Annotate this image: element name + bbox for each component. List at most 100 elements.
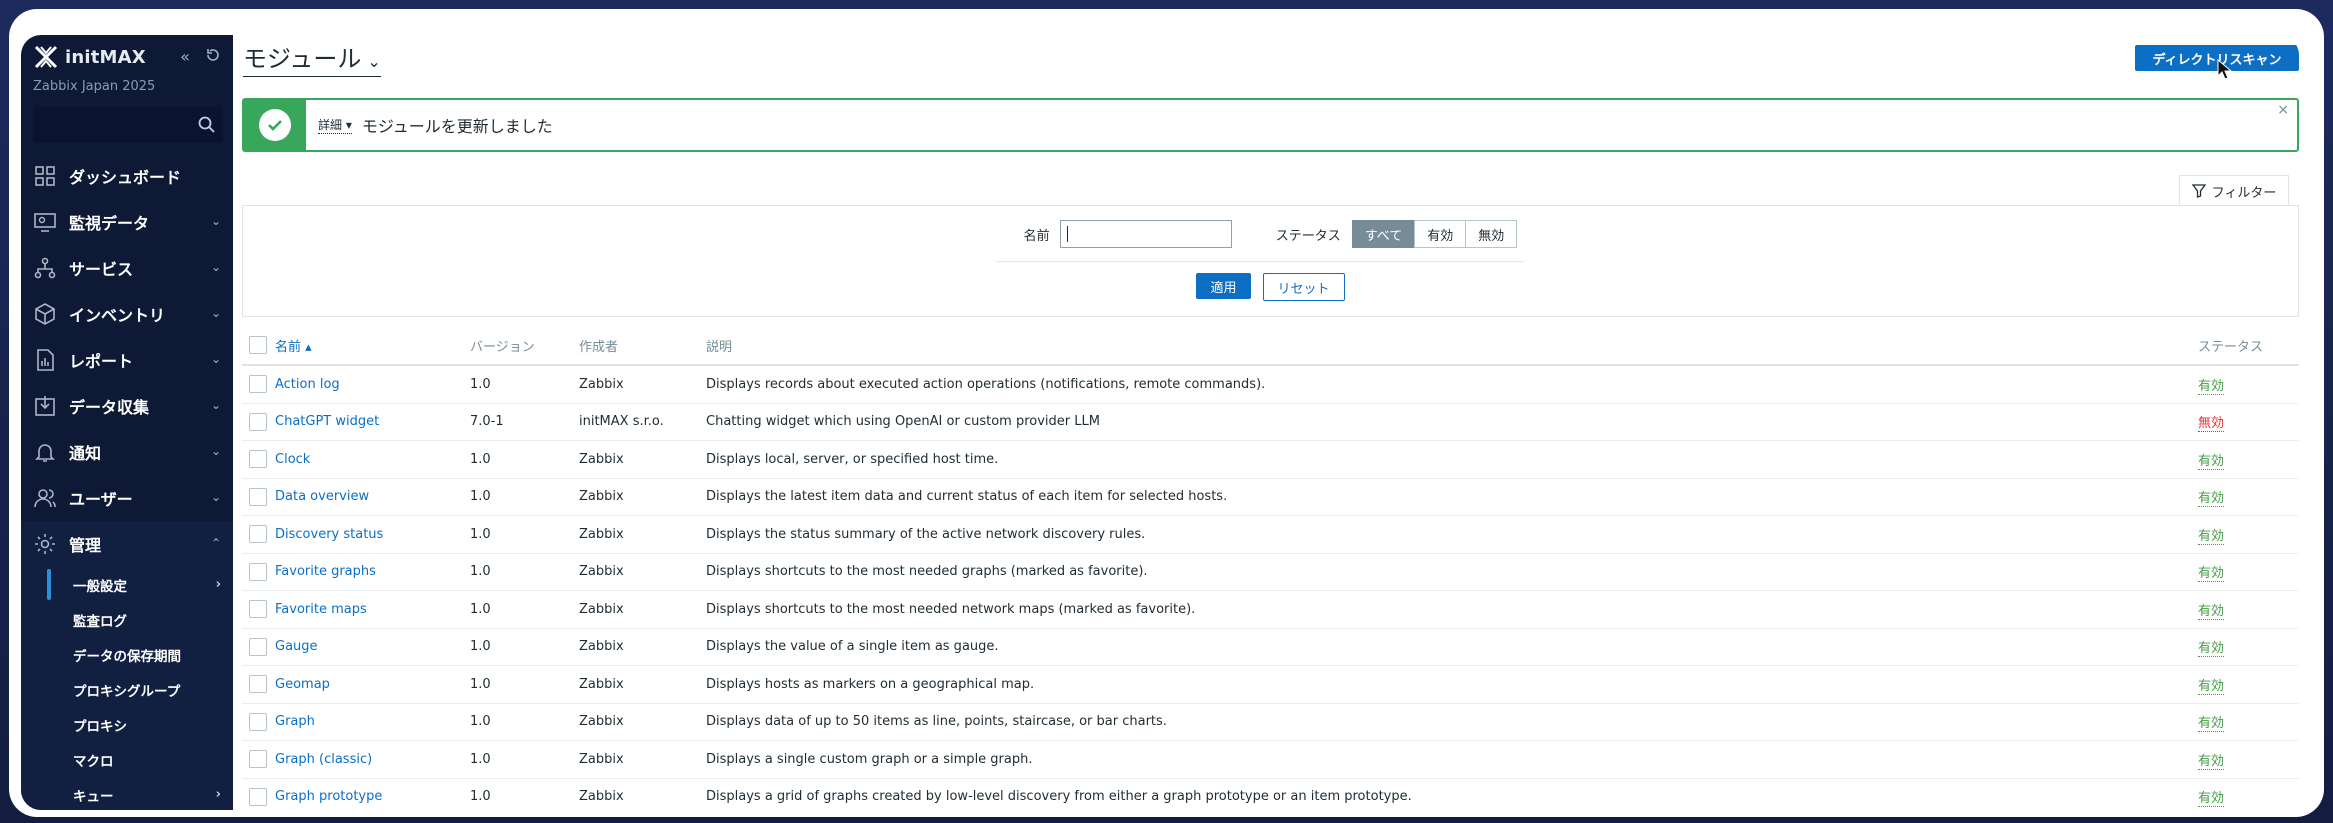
module-status-toggle[interactable]: 有効: [2198, 378, 2225, 395]
divider: [995, 261, 1525, 262]
module-name-link[interactable]: Data overview: [275, 489, 369, 504]
module-status-toggle[interactable]: 有効: [2198, 641, 2225, 658]
chevron-down-icon: ⌄: [211, 214, 222, 228]
module-status-toggle[interactable]: 無効: [2198, 416, 2225, 433]
name-column-header[interactable]: 名前 ▴: [275, 340, 312, 355]
chevron-right-icon: ›: [215, 577, 221, 592]
close-icon[interactable]: ×: [2277, 102, 2289, 118]
submenu-general[interactable]: 一般設定 ›: [21, 567, 233, 602]
refresh-icon[interactable]: [203, 47, 223, 67]
row-checkbox[interactable]: [249, 412, 267, 431]
row-checkbox[interactable]: [249, 487, 267, 506]
module-description: Displays shortcuts to the most needed ne…: [706, 601, 1196, 617]
submenu-proxy-groups[interactable]: プロキシグループ: [21, 672, 233, 707]
sidebar-search-input[interactable]: [33, 107, 223, 143]
module-name-link[interactable]: Graph: [275, 714, 315, 729]
row-checkbox[interactable]: [249, 637, 267, 656]
row-checkbox[interactable]: [249, 525, 267, 544]
module-name-link[interactable]: ChatGPT widget: [275, 414, 379, 429]
module-name-link[interactable]: Clock: [275, 452, 310, 467]
module-status-toggle[interactable]: 有効: [2198, 491, 2225, 508]
row-checkbox[interactable]: [249, 375, 267, 394]
status-option-all[interactable]: すべて: [1351, 220, 1416, 248]
nav-label: 監視データ: [69, 214, 150, 233]
module-name-link[interactable]: Discovery status: [275, 527, 383, 542]
row-checkbox[interactable]: [249, 675, 267, 694]
submenu-macros[interactable]: マクロ: [21, 742, 233, 777]
module-description: Displays local, server, or specified hos…: [706, 451, 999, 467]
module-name-link[interactable]: Favorite graphs: [275, 564, 376, 579]
table-row: Graph prototype 1.0 Zabbix Displays a grid …: [242, 778, 2299, 810]
nav-monitoring[interactable]: 監視データ ⌄: [21, 199, 233, 245]
services-icon: [34, 257, 56, 279]
module-status-toggle[interactable]: 有効: [2198, 791, 2225, 808]
module-author: Zabbix: [579, 376, 624, 392]
success-indicator: [244, 100, 306, 150]
module-name-link[interactable]: Action log: [275, 377, 340, 392]
module-version: 1.0: [470, 639, 491, 655]
nav-label: 管理: [69, 536, 102, 555]
page-title[interactable]: モジュール ⌄: [243, 39, 381, 77]
nav-alerts[interactable]: 通知 ⌄: [21, 429, 233, 475]
server-name: Zabbix Japan 2025: [33, 79, 156, 94]
table-row: Action log 1.0 Zabbix Displays records abou…: [242, 365, 2299, 404]
submenu-housekeeping[interactable]: データの保存期間: [21, 637, 233, 672]
reset-button[interactable]: リセット: [1262, 273, 1345, 301]
module-author: Zabbix: [579, 676, 624, 692]
sidebar: initMAX « Zabbix Japan 2025 ダッシュボード 監視デー…: [21, 35, 233, 810]
table-row: Clock 1.0 Zabbix Displays local, server, or…: [242, 440, 2299, 479]
users-icon: [34, 489, 56, 508]
row-checkbox[interactable]: [249, 562, 267, 581]
module-status-toggle[interactable]: 有効: [2198, 603, 2225, 620]
module-status-toggle[interactable]: 有効: [2198, 678, 2225, 695]
select-all-checkbox[interactable]: [249, 336, 267, 354]
nav-dashboard[interactable]: ダッシュボード: [21, 153, 233, 199]
module-name-link[interactable]: Gauge: [275, 639, 318, 654]
nav-administration[interactable]: 管理 ⌃: [21, 521, 233, 567]
table-row: Data overview 1.0 Zabbix Displays the lates…: [242, 478, 2299, 516]
bell-icon: [35, 444, 55, 462]
status-option-disabled[interactable]: 無効: [1465, 220, 1518, 248]
filter-tab[interactable]: フィルター: [2179, 175, 2289, 206]
table-row: Graph (classic) 1.0 Zabbix Displays a singl…: [242, 740, 2299, 779]
row-checkbox[interactable]: [249, 712, 267, 731]
module-status-toggle[interactable]: 有効: [2198, 453, 2225, 470]
details-toggle[interactable]: 詳細 ▾: [318, 116, 352, 134]
module-status-toggle[interactable]: 有効: [2198, 753, 2225, 770]
module-status-toggle[interactable]: 有効: [2198, 716, 2225, 733]
submenu-label: プロキシグループ: [73, 683, 181, 700]
submenu-audit-log[interactable]: 監査ログ: [21, 602, 233, 637]
nav-label: 通知: [69, 444, 102, 463]
nav-reports[interactable]: レポート ⌄: [21, 337, 233, 383]
module-name-link[interactable]: Favorite maps: [275, 602, 367, 617]
nav-data-collection[interactable]: データ収集 ⌄: [21, 383, 233, 429]
module-status-toggle[interactable]: 有効: [2198, 528, 2225, 545]
nav-services[interactable]: サービス ⌄: [21, 245, 233, 291]
module-author: Zabbix: [579, 451, 624, 467]
row-checkbox[interactable]: [249, 750, 267, 769]
nav-inventory[interactable]: インベントリ ⌄: [21, 291, 233, 337]
search-icon[interactable]: [197, 115, 217, 135]
module-name-link[interactable]: Graph prototype: [275, 789, 382, 804]
main-nav: ダッシュボード 監視データ ⌄ サービス ⌄ インベントリ ⌄ レポート ⌄ デ…: [21, 153, 233, 567]
module-name-link[interactable]: Graph (classic): [275, 752, 372, 767]
mouse-cursor-icon: [2217, 59, 2233, 80]
filter-fields: 名前 ステータス すべて 有効 無効: [243, 220, 2298, 248]
success-text: モジュールを更新しました: [361, 117, 553, 136]
apply-button[interactable]: 適用: [1196, 273, 1251, 299]
module-author: initMAX s.r.o.: [579, 414, 664, 430]
row-checkbox[interactable]: [249, 600, 267, 619]
table-row: ChatGPT widget 7.0-1 initMAX s.r.o. Chattin…: [242, 403, 2299, 441]
status-option-enabled[interactable]: 有効: [1414, 220, 1467, 248]
author-column-header: 作成者: [579, 339, 619, 355]
submenu-queue[interactable]: キュー ›: [21, 777, 233, 810]
module-name-link[interactable]: Geomap: [275, 677, 330, 692]
nav-users[interactable]: ユーザー ⌄: [21, 475, 233, 521]
row-checkbox[interactable]: [249, 787, 267, 806]
module-status-toggle[interactable]: 有効: [2198, 566, 2225, 583]
submenu-proxies[interactable]: プロキシ: [21, 707, 233, 742]
double-chevron-left-icon[interactable]: «: [175, 47, 195, 67]
chevron-down-icon: ⌄: [211, 490, 222, 504]
name-filter-input[interactable]: [1059, 220, 1232, 248]
row-checkbox[interactable]: [249, 450, 267, 469]
